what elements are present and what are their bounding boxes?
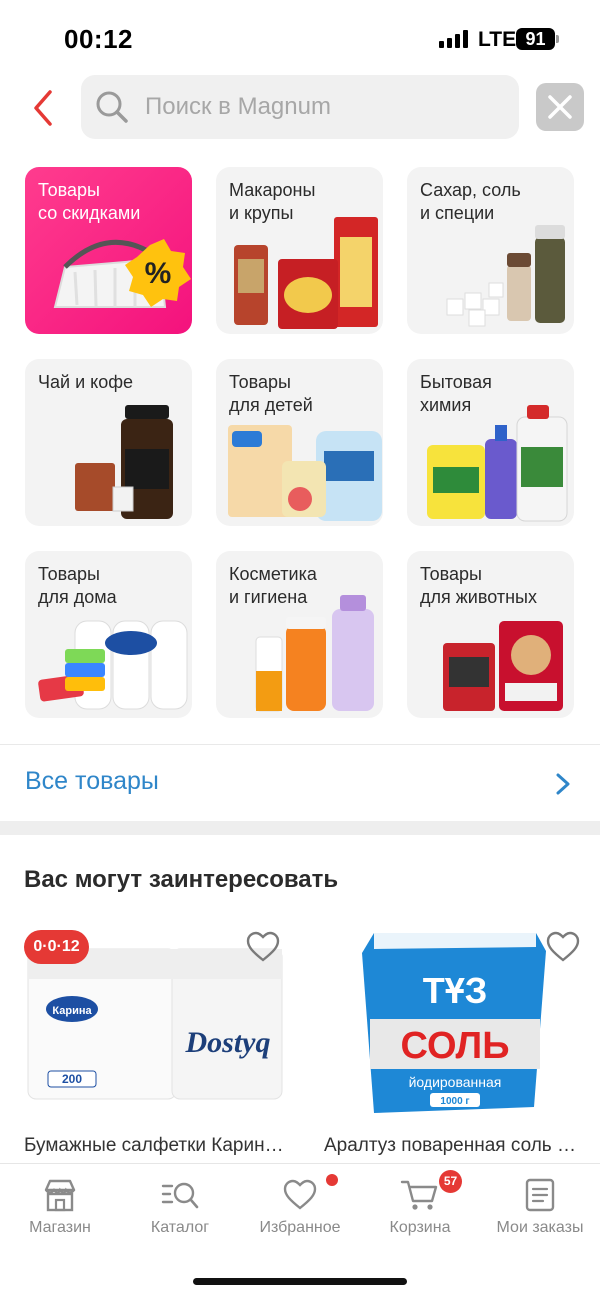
status-time: 00:12 [64, 24, 133, 54]
svg-text:1000 г: 1000 г [440, 1096, 469, 1107]
timer-badge: 0·0·12 [24, 930, 89, 964]
category-household-chemicals[interactable]: Бытовая химия [407, 359, 574, 526]
all-goods-label: Все товары [25, 767, 159, 795]
category-sugar-salt-spices[interactable]: Сахар, соль и специи [407, 167, 574, 334]
tab-label: Корзина [389, 1219, 451, 1236]
status-bar: 00:12 LTE 91 [0, 0, 600, 70]
svg-text:200: 200 [62, 1072, 82, 1086]
category-label: Косметика и гигиена [229, 564, 317, 607]
bottom-tab-bar: Магазин Каталог Избранное Корзина Мои за… [0, 1163, 600, 1297]
category-label: Товары для дома [38, 564, 117, 607]
tab-store[interactable]: Магазин [0, 1178, 120, 1237]
section-separator [0, 821, 600, 835]
svg-text:%: % [145, 257, 172, 290]
all-goods-row[interactable]: Все товары [0, 745, 600, 821]
battery-icon: 91 [516, 28, 555, 50]
category-label: Сахар, соль и специи [420, 180, 521, 223]
search-icon [96, 91, 128, 123]
favorites-notification-dot [326, 1174, 338, 1186]
category-pets[interactable]: Товары для животных [407, 551, 574, 718]
search-bar[interactable] [81, 75, 519, 139]
tab-catalog[interactable]: Каталог [120, 1178, 240, 1237]
search-input[interactable] [145, 85, 505, 129]
orders-icon [525, 1178, 555, 1212]
category-label: Чай и кофе [38, 372, 134, 392]
category-grid: % Товары со скидками Макароны и крупы Са… [25, 167, 575, 718]
category-kids[interactable]: Товары для детей [216, 359, 383, 526]
svg-text:Карина: Карина [52, 1005, 92, 1017]
tab-label: Магазин [29, 1219, 91, 1236]
category-label: Макароны и крупы [229, 180, 316, 223]
network-type: LTE [478, 28, 517, 51]
favorite-heart-icon[interactable] [546, 931, 580, 963]
tab-cart[interactable]: Корзина [360, 1178, 480, 1237]
store-icon [44, 1179, 76, 1212]
category-home[interactable]: Товары для дома [25, 551, 192, 718]
svg-text:ТҰЗ: ТҰЗ [423, 970, 488, 1011]
product-name: Аралтуз поваренная соль йодированная [324, 1135, 584, 1156]
chevron-right-icon [556, 773, 570, 795]
category-label: Бытовая химия [420, 372, 492, 415]
svg-text:йодированная: йодированная [409, 1074, 502, 1090]
svg-text:СОЛЬ: СОЛЬ [400, 1025, 509, 1067]
product-card[interactable]: ТҰЗ СОЛЬ йодированная 1000 г Аралтуз пов… [324, 927, 594, 1156]
home-indicator[interactable] [193, 1278, 407, 1285]
category-pasta-cereals[interactable]: Макароны и крупы [216, 167, 383, 334]
cart-count-badge: 57 [439, 1170, 462, 1193]
category-discounts[interactable]: % Товары со скидками [25, 167, 192, 334]
clear-search-button[interactable] [536, 83, 584, 131]
favorite-heart-icon[interactable] [246, 931, 280, 963]
tab-label: Мои заказы [496, 1219, 584, 1236]
chevron-left-icon [34, 90, 52, 126]
product-name: Бумажные салфетки Карина Dostyq [24, 1135, 284, 1156]
tab-favorites[interactable]: Избранное [240, 1178, 360, 1237]
tab-orders[interactable]: Мои заказы [480, 1178, 600, 1237]
back-button[interactable] [28, 88, 64, 128]
recommend-title: Вас могут заинтересовать [24, 866, 339, 893]
signal-icon [439, 30, 468, 48]
category-label: Товары со скидками [38, 180, 141, 223]
category-label: Товары для животных [420, 564, 537, 607]
category-cosmetics-hygiene[interactable]: Косметика и гигиена [216, 551, 383, 718]
close-icon [548, 95, 572, 119]
battery-tip [556, 35, 559, 43]
cart-icon [400, 1180, 438, 1210]
tab-label: Каталог [150, 1219, 210, 1236]
category-tea-coffee[interactable]: Чай и кофе [25, 359, 192, 526]
category-label: Товары для детей [229, 372, 313, 415]
svg-text:Dostyq: Dostyq [185, 1026, 271, 1059]
catalog-search-icon [161, 1182, 199, 1209]
tab-label: Избранное [259, 1219, 341, 1236]
heart-icon [283, 1179, 317, 1210]
